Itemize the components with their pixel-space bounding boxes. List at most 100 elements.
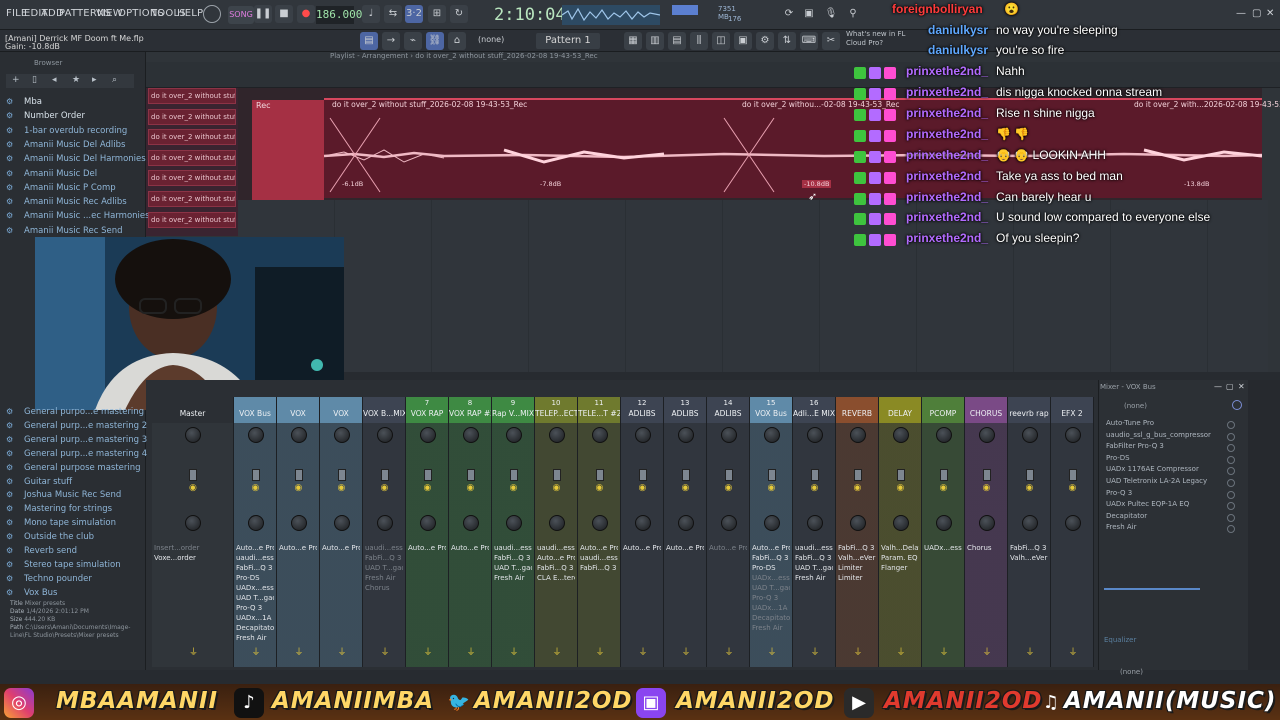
add-icon[interactable]: + <box>12 75 20 85</box>
send-arrow-icon[interactable]: ⏚ <box>854 645 863 658</box>
fx-slider[interactable] <box>1104 588 1200 590</box>
route-toggle-icon[interactable]: ◉ <box>467 483 475 493</box>
plugin-picker-icon[interactable]: ⚙ <box>756 32 774 50</box>
playlist-icon[interactable]: ▦ <box>624 32 642 50</box>
mixer-output-selector[interactable]: (none) <box>1120 668 1143 676</box>
volume-knob[interactable] <box>247 515 264 531</box>
pan-knob[interactable] <box>505 427 522 443</box>
browser-item[interactable]: Amanii Music ...ec Harmonies <box>24 211 150 221</box>
mixer-strip[interactable]: VOX B...MIX ◉ uaudi...essor FabFi...Q 3 UAD … <box>363 397 406 667</box>
browser-item[interactable]: Guitar stuff <box>24 477 72 487</box>
fx-slot[interactable]: UADx Pultec EQP-1A EQ <box>1106 500 1226 512</box>
fx-slot[interactable]: Fresh Air <box>1106 523 1226 535</box>
pan-knob[interactable] <box>376 427 393 443</box>
fader-handle[interactable] <box>552 469 561 481</box>
pan-knob[interactable] <box>333 427 350 443</box>
browser-item[interactable]: Techno pounder <box>24 574 92 584</box>
fader-handle[interactable] <box>509 469 518 481</box>
search-icon[interactable]: ⌕ <box>112 75 117 85</box>
touch-keyboard-icon[interactable]: ⌨ <box>800 32 818 50</box>
mixer-input-selector[interactable]: (none) <box>1124 402 1147 410</box>
mixer-strip[interactable]: 13 ADLIBS ◉ Auto...e Pro ⏚ <box>664 397 707 667</box>
volume-knob[interactable] <box>892 515 909 531</box>
volume-knob[interactable] <box>1021 515 1038 531</box>
send-arrow-icon[interactable]: ⏚ <box>596 645 605 658</box>
fader-handle[interactable] <box>595 469 604 481</box>
send-arrow-icon[interactable]: ⏚ <box>1069 645 1078 658</box>
fader-handle[interactable] <box>896 469 905 481</box>
route-toggle-icon[interactable]: ◉ <box>295 483 303 493</box>
song-mode-button[interactable]: SONG <box>228 6 254 24</box>
mixer-strip[interactable]: 10TELEP...ECT◉uaudi...essorAuto...e ProF… <box>535 397 578 667</box>
volume-knob[interactable] <box>333 515 350 531</box>
fx-slot[interactable]: Pro-DS <box>1106 454 1226 466</box>
route-toggle-icon[interactable]: ◉ <box>854 483 862 493</box>
route-toggle-icon[interactable]: ◉ <box>338 483 346 493</box>
volume-knob[interactable] <box>763 515 780 531</box>
send-arrow-icon[interactable]: ⏚ <box>682 645 691 658</box>
mixer-strip[interactable]: 16Adli...E MIX◉uaudi...essorFabFi...Q 3U… <box>793 397 836 667</box>
wait-for-input-icon[interactable]: ⇆ <box>384 5 402 23</box>
fader-handle[interactable] <box>724 469 733 481</box>
menu-help[interactable]: HELP <box>177 8 203 19</box>
browser-item[interactable]: Reverb send <box>24 546 77 556</box>
volume-knob[interactable] <box>935 515 952 531</box>
browser-item[interactable]: Stereo tape simulation <box>24 560 121 570</box>
route-toggle-icon[interactable]: ◉ <box>510 483 518 493</box>
volume-knob[interactable] <box>720 515 737 531</box>
fader-handle[interactable] <box>853 469 862 481</box>
browser-item[interactable]: Mono tape simulation <box>24 518 116 528</box>
send-arrow-icon[interactable]: ⏚ <box>510 645 519 658</box>
pan-knob[interactable] <box>290 427 307 443</box>
record-mode-icon[interactable] <box>203 5 221 23</box>
send-arrow-icon[interactable]: ⏚ <box>768 645 777 658</box>
pan-knob[interactable] <box>849 427 866 443</box>
link-icon[interactable]: ⛓ <box>426 32 444 50</box>
fx-slot-toggle-icon[interactable] <box>1227 455 1235 464</box>
route-toggle-icon[interactable]: ◉ <box>682 483 690 493</box>
pan-knob[interactable] <box>419 427 436 443</box>
volume-knob[interactable] <box>634 515 651 531</box>
loop-record-icon[interactable]: ↻ <box>450 5 468 23</box>
volume-knob[interactable] <box>1064 515 1081 531</box>
mixer-strip[interactable]: 12 ADLIBS ◉ Auto...e Pro ⏚ <box>621 397 664 667</box>
pan-knob[interactable] <box>591 427 608 443</box>
forward-icon[interactable]: ▸ <box>92 75 97 85</box>
send-arrow-icon[interactable]: ⏚ <box>381 645 390 658</box>
send-arrow-icon[interactable]: ⏚ <box>553 645 562 658</box>
pan-knob[interactable] <box>978 427 995 443</box>
browser-item[interactable]: General purpose mastering <box>24 463 141 473</box>
fx-slot[interactable]: uaudio_ssl_g_bus_compressor <box>1106 431 1226 443</box>
route-toggle-icon[interactable]: ◉ <box>811 483 819 493</box>
input-knob-icon[interactable] <box>1232 400 1242 410</box>
song-position-display[interactable]: 2:10:04 <box>494 3 566 27</box>
fx-slot[interactable]: Decapitator <box>1106 512 1226 524</box>
pattern-clip-name[interactable]: do it over_2 without stuff <box>148 108 236 125</box>
cpu-icon[interactable]: ▣ <box>800 5 818 23</box>
mixer-strip[interactable]: REVERB ◉ FabFi...Q 3 Valh...eVerb Limiter Lim… <box>836 397 879 667</box>
fx-slot[interactable]: UADx 1176AE Compressor <box>1106 465 1226 477</box>
countdown-icon[interactable]: 3·2 <box>405 5 423 23</box>
pan-knob[interactable] <box>185 427 201 443</box>
tempo-tapper-icon[interactable]: ⇅ <box>778 32 796 50</box>
stamp-icon[interactable]: ⌂ <box>448 32 466 50</box>
route-toggle-icon[interactable]: ◉ <box>252 483 260 493</box>
fader-handle[interactable] <box>638 469 647 481</box>
route-toggle-icon[interactable]: ◉ <box>768 483 776 493</box>
tempo-display[interactable]: 186.000 <box>316 6 362 24</box>
route-toggle-icon[interactable]: ◉ <box>424 483 432 493</box>
volume-knob[interactable] <box>849 515 866 531</box>
fader-handle[interactable] <box>1068 469 1077 481</box>
browser-item[interactable]: General purp...e mastering 4 <box>24 449 147 459</box>
browser-item[interactable]: Amanii Music Rec Send <box>24 226 123 236</box>
mixer-maximize-icon[interactable]: ▢ <box>1226 382 1234 391</box>
pan-knob[interactable] <box>247 427 264 443</box>
pattern-clip-name[interactable]: do it over_2 without stuff <box>148 191 236 207</box>
volume-knob[interactable] <box>677 515 694 531</box>
pattern-clip-name[interactable]: do it over_2 without stuff <box>148 211 236 228</box>
browser-item[interactable]: Amanii Music Del Harmonies <box>24 154 146 164</box>
mixer-strip[interactable]: 7 VOX RAP ◉ Auto...e Pro ⏚ <box>406 397 449 667</box>
blend-notes-icon[interactable]: ⊞ <box>428 5 446 23</box>
pattern-clip-name[interactable]: do it over_2 without stuff <box>148 149 236 166</box>
fx-slot-toggle-icon[interactable] <box>1227 479 1235 487</box>
